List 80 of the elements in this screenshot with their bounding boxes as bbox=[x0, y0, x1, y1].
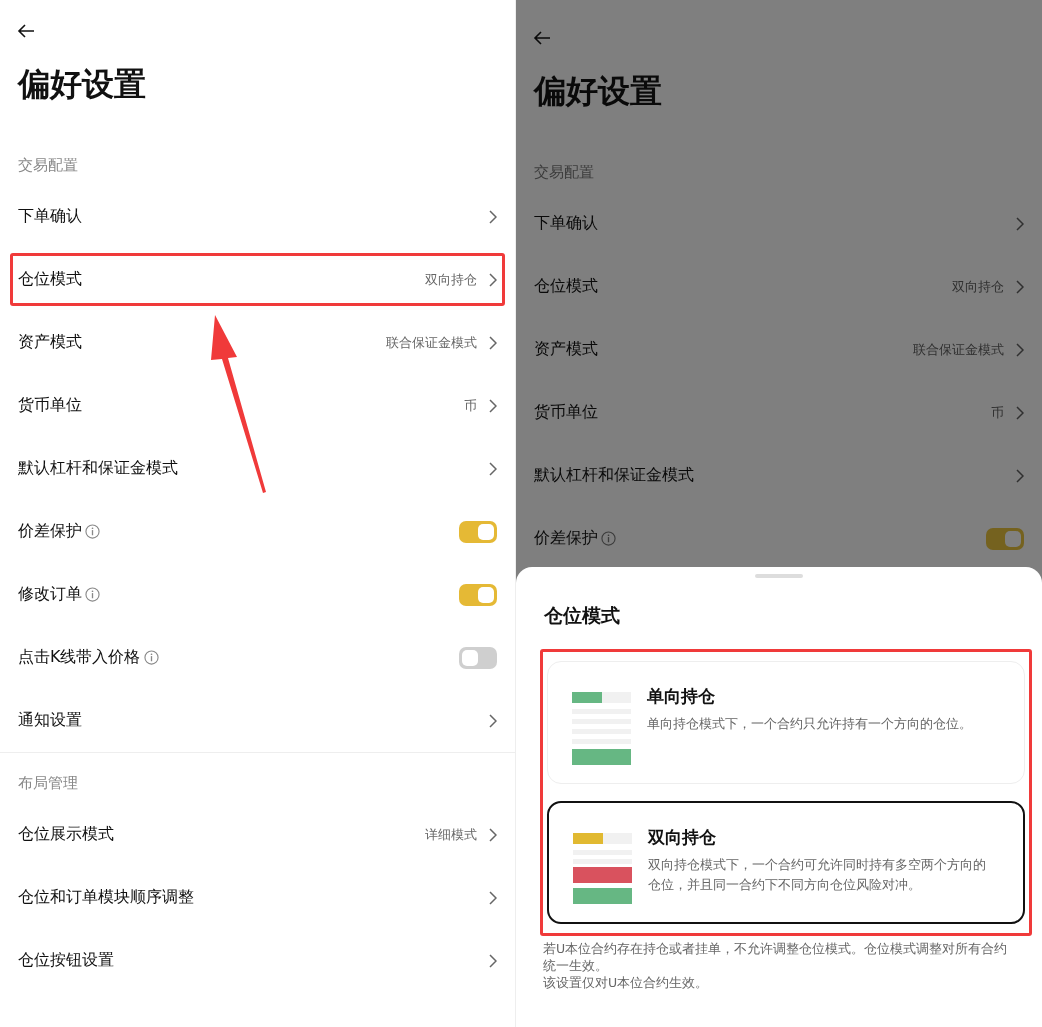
highlighted-row[interactable]: 仓位模式 双向持仓 bbox=[10, 253, 505, 306]
chevron-icon bbox=[489, 335, 497, 350]
row-label: 仓位模式 bbox=[18, 269, 82, 290]
row-value: 联合保证金模式 bbox=[386, 333, 477, 352]
section-heading: 交易配置 bbox=[18, 155, 79, 175]
chevron-icon bbox=[489, 272, 497, 287]
settings-row[interactable]: 点击K线带入价格 bbox=[0, 626, 515, 689]
chevron-icon bbox=[1016, 468, 1024, 483]
chevron-icon bbox=[489, 461, 497, 476]
settings-row[interactable]: 货币单位 币 bbox=[516, 381, 1042, 444]
settings-row[interactable]: 仓位按钮设置 bbox=[0, 929, 515, 992]
info-icon[interactable] bbox=[601, 531, 616, 546]
row-label: 仓位模式 bbox=[534, 276, 598, 297]
toggle-switch[interactable] bbox=[459, 583, 497, 606]
row-label: 价差保护 bbox=[534, 528, 598, 549]
info-icon[interactable] bbox=[143, 650, 159, 665]
page-title: 偏好设置 bbox=[534, 71, 663, 111]
settings-row[interactable]: 价差保护 bbox=[516, 507, 1042, 570]
chevron-icon bbox=[1016, 279, 1024, 294]
option-description: 单向持仓模式下，一个合约只允许持有一个方向的仓位。 bbox=[647, 715, 972, 733]
settings-row[interactable]: 仓位和订单模块顺序调整 bbox=[0, 866, 515, 929]
chevron-icon bbox=[489, 713, 497, 728]
mode-option[interactable]: 单向持仓 单向持仓模式下，一个合约只允许持有一个方向的仓位。 bbox=[547, 661, 1025, 784]
chevron-icon bbox=[1016, 405, 1024, 420]
row-label: 修改订单 bbox=[18, 584, 82, 605]
chevron-icon bbox=[489, 953, 497, 968]
settings-row[interactable]: 默认杠杆和保证金模式 bbox=[516, 444, 1042, 507]
settings-row[interactable]: 资产模式 联合保证金模式 bbox=[516, 318, 1042, 381]
settings-row[interactable]: 默认杠杆和保证金模式 bbox=[0, 437, 515, 500]
option-title: 单向持仓 bbox=[647, 685, 716, 708]
section-heading: 交易配置 bbox=[534, 162, 595, 182]
row-label: 价差保护 bbox=[18, 521, 82, 542]
row-label: 默认杠杆和保证金模式 bbox=[534, 465, 694, 486]
page-title: 偏好设置 bbox=[18, 64, 147, 104]
toggle-switch[interactable] bbox=[459, 646, 497, 669]
section-heading: 布局管理 bbox=[18, 773, 79, 793]
mode-option[interactable]: 双向持仓 双向持仓模式下，一个合约可允许同时持有多空两个方向的仓位，并且同一合约下不同方向仓位风险对冲。 bbox=[547, 801, 1025, 924]
row-label: 货币单位 bbox=[534, 402, 598, 423]
chevron-icon bbox=[1016, 216, 1024, 231]
row-value: 币 bbox=[991, 403, 1004, 422]
row-label: 货币单位 bbox=[18, 395, 82, 416]
settings-row[interactable]: 通知设置 bbox=[0, 689, 515, 752]
row-label: 资产模式 bbox=[18, 332, 82, 353]
option-description: 双向持仓模式下，一个合约可允许同时持有多空两个方向的仓位，并且同一合约下不同方向仓位风险对冲。 bbox=[648, 856, 987, 894]
info-icon[interactable] bbox=[85, 587, 100, 602]
row-label: 仓位按钮设置 bbox=[18, 950, 114, 971]
settings-row[interactable]: 下单确认 bbox=[0, 185, 515, 248]
row-value: 联合保证金模式 bbox=[913, 340, 1004, 359]
settings-row[interactable]: 下单确认 bbox=[516, 192, 1042, 255]
chevron-icon bbox=[489, 827, 497, 842]
chevron-icon bbox=[1016, 342, 1024, 357]
option-title: 双向持仓 bbox=[648, 826, 717, 849]
toggle-switch[interactable] bbox=[986, 527, 1024, 550]
chevron-icon bbox=[489, 209, 497, 224]
note-text: 该设置仅对U本位合约生效。 bbox=[543, 974, 710, 991]
settings-row[interactable]: 仓位模式 双向持仓 bbox=[516, 255, 1042, 318]
settings-row[interactable]: 修改订单 bbox=[0, 563, 515, 626]
row-value: 币 bbox=[464, 396, 477, 415]
row-label: 下单确认 bbox=[18, 206, 82, 227]
row-value: 详细模式 bbox=[425, 825, 477, 844]
toggle-switch[interactable] bbox=[459, 520, 497, 543]
info-icon[interactable] bbox=[85, 524, 100, 539]
row-value: 双向持仓 bbox=[952, 277, 1004, 296]
row-label: 点击K线带入价格 bbox=[18, 647, 141, 668]
row-label: 下单确认 bbox=[534, 213, 598, 234]
settings-row[interactable]: 货币单位 币 bbox=[0, 374, 515, 437]
drag-handle[interactable] bbox=[755, 574, 803, 578]
row-label: 仓位和订单模块顺序调整 bbox=[18, 887, 194, 908]
row-value: 双向持仓 bbox=[425, 270, 477, 289]
chevron-icon bbox=[489, 398, 497, 413]
settings-row[interactable]: 资产模式 联合保证金模式 bbox=[0, 311, 515, 374]
row-label: 资产模式 bbox=[534, 339, 598, 360]
sheet-title: 仓位模式 bbox=[544, 603, 621, 628]
chevron-icon bbox=[489, 890, 497, 905]
row-label: 仓位展示模式 bbox=[18, 824, 114, 845]
row-label: 默认杠杆和保证金模式 bbox=[18, 458, 178, 479]
note-text: 若U本位合约存在持仓或者挂单，不允许调整仓位模式。仓位模式调整对所有合约统一生效。 bbox=[543, 940, 1009, 974]
settings-row[interactable]: 价差保护 bbox=[0, 500, 515, 563]
row-label: 通知设置 bbox=[18, 710, 82, 731]
settings-row[interactable]: 仓位展示模式 详细模式 bbox=[0, 803, 515, 866]
